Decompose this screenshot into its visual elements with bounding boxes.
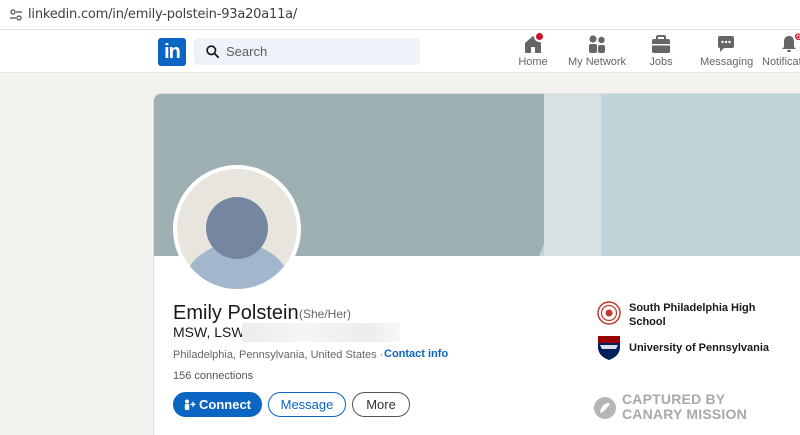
url-text[interactable]: linkedin.com/in/emily-polstein-93a20a11a… — [28, 7, 297, 22]
profile-pronouns: (She/Her) — [299, 307, 352, 321]
education-south-philadelphia-high-school[interactable]: South Philadelphia High School — [629, 301, 779, 329]
connect-button[interactable]: Connect — [173, 392, 262, 417]
browser-address-bar[interactable]: linkedin.com/in/emily-polstein-93a20a11a… — [0, 0, 800, 30]
linkedin-logo[interactable]: in — [158, 38, 186, 66]
message-button[interactable]: Message — [268, 392, 346, 417]
search-box[interactable] — [194, 38, 420, 65]
home-notification-badge — [534, 31, 545, 42]
nav-jobs[interactable]: Jobs — [645, 34, 677, 72]
notification-count-badge: 6 — [793, 31, 800, 42]
redacted-text — [242, 323, 400, 342]
chat-icon — [715, 34, 737, 54]
education-university-of-pennsylvania[interactable]: University of Pennsylvania — [629, 342, 769, 354]
watermark-line-2: CANARY MISSION — [622, 406, 747, 422]
penn-shield-icon[interactable] — [597, 335, 621, 361]
add-person-icon — [184, 399, 196, 410]
nav-messaging[interactable]: Messaging — [700, 34, 754, 72]
nav-my-network-label: My Network — [568, 56, 627, 68]
people-icon — [586, 34, 608, 54]
nav-home-label: Home — [518, 56, 548, 68]
nav-home[interactable]: Home — [516, 31, 550, 72]
search-icon — [206, 45, 219, 58]
connect-label: Connect — [199, 397, 251, 412]
banner-strip — [544, 94, 601, 256]
briefcase-icon — [650, 34, 672, 54]
linkedin-header: in Home My Network — [0, 30, 800, 73]
nav-messaging-label: Messaging — [700, 56, 754, 68]
watermark-line-1: CAPTURED BY — [622, 391, 726, 407]
profile-name: Emily Polstein — [173, 302, 299, 324]
profile-location: Philadelphia, Pennsylvania, United State… — [173, 349, 384, 361]
site-settings-icon[interactable] — [9, 8, 23, 22]
nav-jobs-label: Jobs — [649, 56, 673, 68]
search-input[interactable] — [226, 38, 411, 65]
banner-background — [601, 94, 800, 256]
avatar-head — [206, 197, 268, 259]
profile-headline: MSW, LSW | — [173, 324, 253, 340]
nav-notifications-label: Notificati — [762, 56, 800, 68]
school-seal-icon[interactable] — [597, 301, 621, 325]
bell-icon: 6 — [778, 31, 800, 54]
nav-my-network[interactable]: My Network — [568, 34, 626, 72]
captured-by-watermark: CAPTURED BY CANARY MISSION — [622, 392, 747, 422]
nav-notifications[interactable]: 6 Notificati — [762, 31, 800, 72]
home-icon — [522, 31, 545, 54]
canary-bird-icon — [594, 397, 616, 419]
connections-count[interactable]: 156 connections — [173, 370, 253, 382]
profile-avatar[interactable] — [173, 165, 301, 293]
more-button[interactable]: More — [352, 392, 410, 417]
contact-info-link[interactable]: Contact info — [384, 348, 448, 360]
